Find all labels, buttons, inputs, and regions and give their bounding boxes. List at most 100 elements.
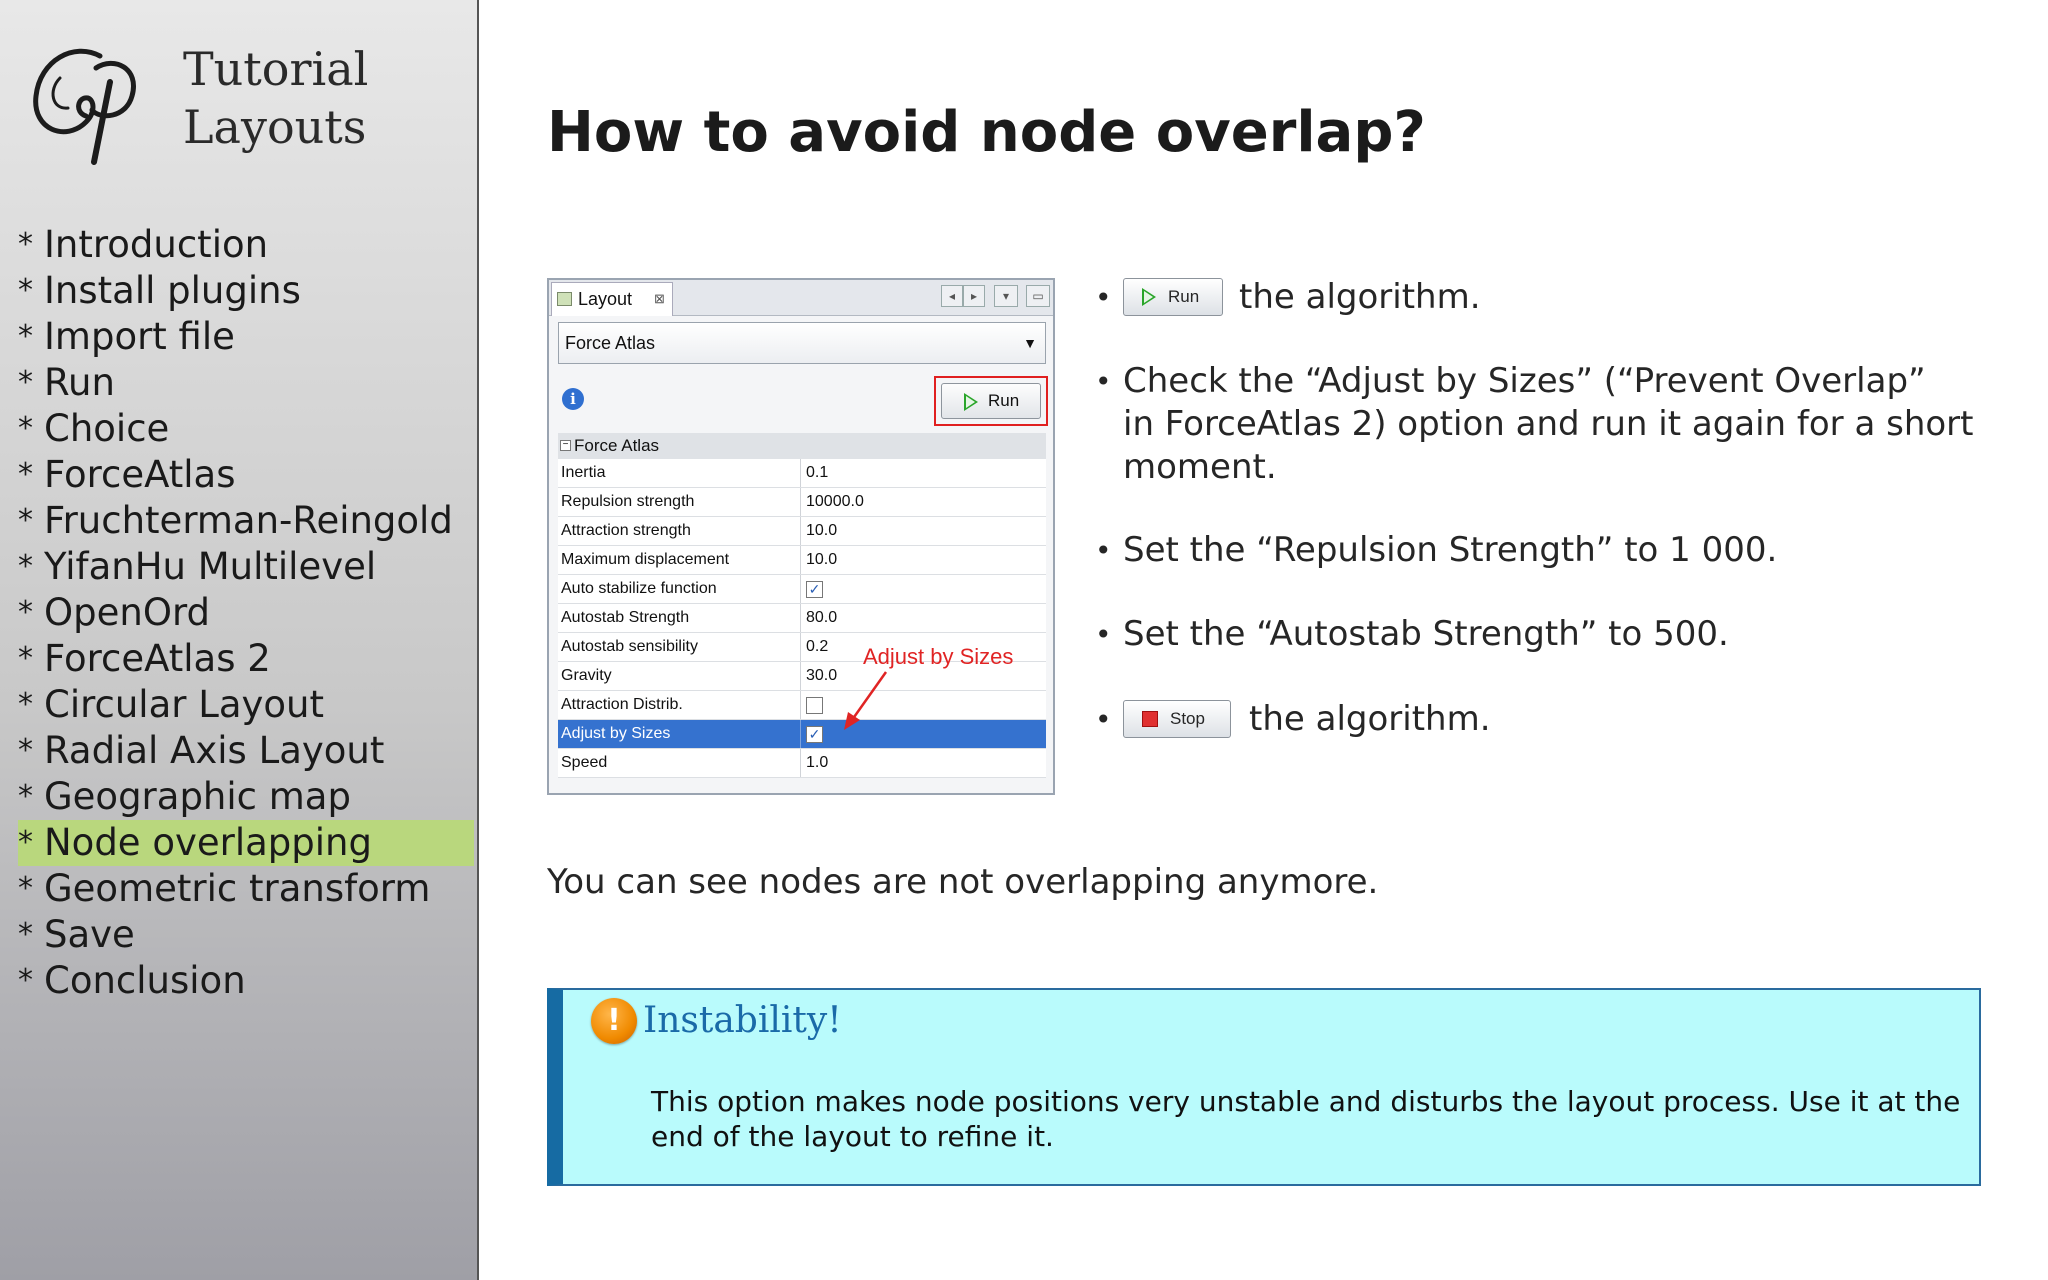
auto-stabilize-checkbox[interactable]: ✓: [806, 581, 823, 598]
toc-item-label: Save: [44, 913, 135, 956]
property-name: Attraction Distrib.: [558, 691, 801, 719]
scroll-right-icon[interactable]: ▸: [963, 285, 985, 307]
inline-stop-label: Stop: [1170, 709, 1205, 728]
toc-item-introduction[interactable]: * Introduction: [18, 222, 478, 268]
property-value[interactable]: 10.0: [801, 546, 1046, 574]
play-icon: [964, 393, 978, 411]
toc-item-radial-axis-layout[interactable]: * Radial Axis Layout: [18, 728, 478, 774]
property-name: Gravity: [558, 662, 801, 690]
close-icon[interactable]: ⊠: [654, 283, 665, 315]
property-name: Speed: [558, 749, 801, 777]
toc-item-openord[interactable]: * OpenOrd: [18, 590, 478, 636]
property-value[interactable]: 10.0: [801, 517, 1046, 545]
property-name: Adjust by Sizes: [558, 720, 801, 748]
toc-item-yifanhu-multilevel[interactable]: * YifanHu Multilevel: [18, 544, 478, 590]
warning-box: ! Instability! This option makes node po…: [547, 988, 1981, 1186]
toc-item-label: Conclusion: [44, 959, 246, 1002]
sidebar: Tutorial Layouts * Introduction * Install …: [0, 0, 479, 1280]
toc-item-choice[interactable]: * Choice: [18, 406, 478, 452]
attraction-distrib-checkbox[interactable]: [806, 697, 823, 714]
scroll-left-icon[interactable]: ◂: [941, 285, 963, 307]
annotation-arrow-icon: [844, 671, 888, 730]
property-value[interactable]: 1.0: [801, 749, 1046, 777]
toc-item-label: Run: [44, 361, 115, 404]
run-button-label: Run: [988, 391, 1020, 410]
layout-panel: Layout ⊠ ◂ ▸ ▾ ▭ Force Atlas ▼ i Run − F…: [547, 278, 1055, 795]
property-name: Maximum displacement: [558, 546, 801, 574]
property-name: Attraction strength: [558, 517, 801, 545]
algorithm-select-value: Force Atlas: [565, 333, 656, 353]
bullet-run-text: the algorithm.: [1239, 277, 1481, 317]
property-name: Inertia: [558, 459, 801, 487]
inline-stop-button: Stop: [1123, 700, 1231, 738]
property-row-repulsion-strength[interactable]: Repulsion strength 10000.0: [558, 488, 1046, 517]
collapse-icon[interactable]: −: [560, 440, 571, 451]
property-name: Autostab sensibility: [558, 633, 801, 661]
logo-title-line1: Tutorial: [183, 42, 369, 96]
toc-item-conclusion[interactable]: * Conclusion: [18, 958, 478, 1004]
toc-item-label: OpenOrd: [44, 591, 210, 634]
property-row-attraction-strength[interactable]: Attraction strength 10.0: [558, 517, 1046, 546]
algorithm-select[interactable]: Force Atlas ▼: [558, 322, 1046, 364]
toc-item-label: Circular Layout: [44, 683, 325, 726]
panel-tab-bar: Layout ⊠ ◂ ▸ ▾ ▭: [549, 280, 1053, 316]
toc-item-label: Introduction: [44, 223, 269, 266]
toc-item-label: Geographic map: [44, 775, 351, 818]
page-title: How to avoid node overlap?: [547, 100, 1426, 165]
warning-title: Instability!: [643, 1000, 842, 1041]
toc-item-label: ForceAtlas: [44, 453, 236, 496]
adjust-by-sizes-checkbox[interactable]: ✓: [806, 726, 823, 743]
adjust-by-sizes-annotation: Adjust by Sizes: [863, 644, 1014, 669]
layout-icon: [557, 292, 572, 306]
property-value[interactable]: 10000.0: [801, 488, 1046, 516]
toc-item-geographic-map[interactable]: * Geographic map: [18, 774, 478, 820]
toc-item-label: Radial Axis Layout: [44, 729, 385, 772]
info-icon[interactable]: i: [562, 388, 584, 410]
property-name: Autostab Strength: [558, 604, 801, 632]
property-row-attraction-distrib[interactable]: Attraction Distrib.: [558, 691, 1046, 720]
toc-item-save[interactable]: * Save: [18, 912, 478, 958]
dropdown-menu-icon[interactable]: ▾: [994, 285, 1018, 307]
toc-item-forceatlas-2[interactable]: * ForceAtlas 2: [18, 636, 478, 682]
toc-item-label: Fruchterman-Reingold: [44, 499, 453, 542]
toc-item-geometric-transform[interactable]: * Geometric transform: [18, 866, 478, 912]
inline-run-label: Run: [1168, 287, 1200, 306]
summary-text: You can see nodes are not overlapping an…: [547, 862, 1379, 902]
toc-item-label: Import file: [44, 315, 235, 358]
toc-item-label: ForceAtlas 2: [44, 637, 271, 680]
property-row-inertia[interactable]: Inertia 0.1: [558, 459, 1046, 488]
property-name: Repulsion strength: [558, 488, 801, 516]
toc-item-fruchterman-reingold[interactable]: * Fruchterman-Reingold: [18, 498, 478, 544]
toc-item-forceatlas[interactable]: * ForceAtlas: [18, 452, 478, 498]
property-row-auto-stabilize[interactable]: Auto stabilize function ✓: [558, 575, 1046, 604]
toc-item-run[interactable]: * Run: [18, 360, 478, 406]
toc-item-label: Node overlapping: [44, 821, 372, 864]
property-row-adjust-by-sizes[interactable]: Adjust by Sizes ✓: [558, 720, 1046, 749]
toc-item-circular-layout[interactable]: * Circular Layout: [18, 682, 478, 728]
property-row-speed[interactable]: Speed 1.0: [558, 749, 1046, 778]
tab-layout[interactable]: Layout ⊠: [551, 282, 673, 316]
logo-title: Tutorial Layouts: [183, 40, 463, 156]
toc-item-import-file[interactable]: * Import file: [18, 314, 478, 360]
stop-icon: [1142, 711, 1158, 727]
toc-item-label: Install plugins: [44, 269, 301, 312]
property-row-maximum-displacement[interactable]: Maximum displacement 10.0: [558, 546, 1046, 575]
gephi-logo: [33, 48, 136, 165]
property-value: ✓: [801, 575, 1046, 603]
bullet-stop-text: the algorithm.: [1249, 699, 1491, 739]
property-group-header[interactable]: − Force Atlas: [558, 433, 1046, 459]
warning-body: This option makes node positions very un…: [651, 1085, 1961, 1153]
bullet-check-line3: moment.: [1123, 447, 1277, 487]
minimize-icon[interactable]: ▭: [1026, 285, 1050, 307]
toc-item-label: Choice: [44, 407, 170, 450]
bullet-check-line2: in ForceAtlas 2) option and run it again…: [1123, 404, 1974, 444]
toc-item-label: Geometric transform: [44, 867, 431, 910]
run-button[interactable]: Run: [941, 383, 1041, 419]
chevron-down-icon: ▼: [1023, 335, 1037, 351]
property-value[interactable]: 80.0: [801, 604, 1046, 632]
property-value[interactable]: 0.1: [801, 459, 1046, 487]
toc-item-node-overlapping[interactable]: * Node overlapping: [18, 820, 474, 866]
toc-item-install-plugins[interactable]: * Install plugins: [18, 268, 478, 314]
property-row-autostab-strength[interactable]: Autostab Strength 80.0: [558, 604, 1046, 633]
tab-label: Layout: [578, 289, 633, 309]
